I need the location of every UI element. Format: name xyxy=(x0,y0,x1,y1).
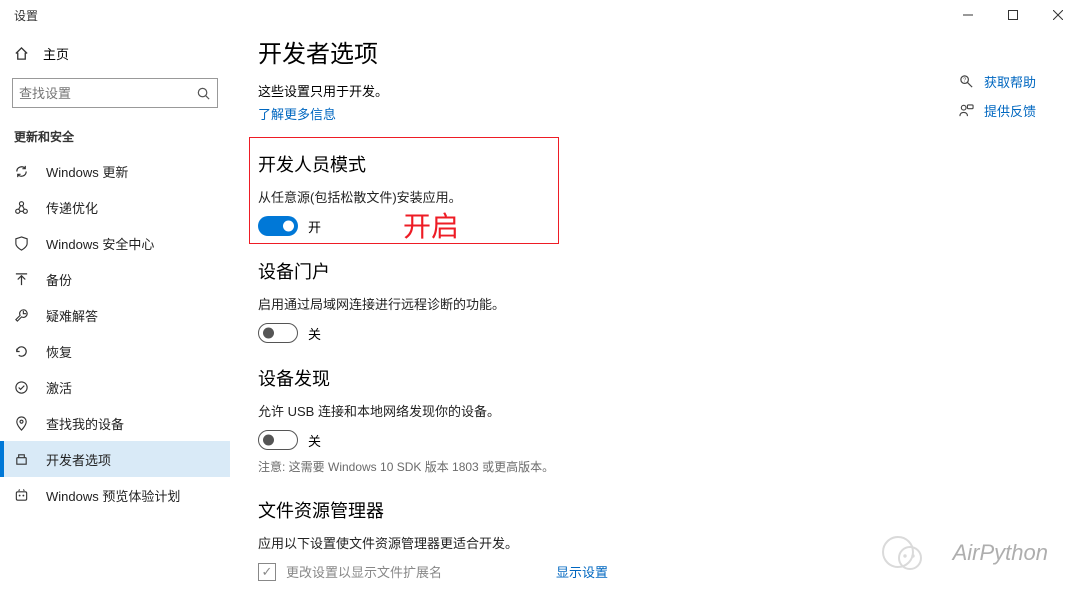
developer-icon xyxy=(14,452,30,467)
sidebar-item-troubleshoot[interactable]: 疑难解答 xyxy=(0,297,230,333)
sync-icon xyxy=(14,164,30,179)
device-discovery-note: 注意: 这需要 Windows 10 SDK 版本 1803 或更高版本。 xyxy=(258,458,1060,475)
show-settings-link[interactable]: 显示设置 xyxy=(556,562,608,581)
sidebar-item-label: 查找我的设备 xyxy=(46,414,124,433)
search-box[interactable] xyxy=(12,78,218,108)
backup-icon xyxy=(14,272,30,287)
location-icon xyxy=(14,416,30,431)
sidebar-item-label: 恢复 xyxy=(46,342,72,361)
home-label: 主页 xyxy=(43,44,69,63)
sidebar-item-label: 开发者选项 xyxy=(46,450,111,469)
sidebar-item-label: Windows 预览体验计划 xyxy=(46,486,180,505)
file-explorer-desc: 应用以下设置使文件资源管理器更适合开发。 xyxy=(258,533,1060,552)
close-button[interactable] xyxy=(1035,0,1080,30)
sidebar-item-windows-security[interactable]: Windows 安全中心 xyxy=(0,225,230,261)
developer-mode-heading: 开发人员模式 xyxy=(258,151,1060,177)
sidebar-item-insider[interactable]: Windows 预览体验计划 xyxy=(0,477,230,513)
device-portal-desc: 启用通过局域网连接进行远程诊断的功能。 xyxy=(258,294,1060,313)
sidebar-item-label: Windows 安全中心 xyxy=(46,234,154,253)
learn-more-link[interactable]: 了解更多信息 xyxy=(258,104,1060,123)
sidebar-item-recovery[interactable]: 恢复 xyxy=(0,333,230,369)
page-subtitle: 这些设置只用于开发。 xyxy=(258,81,1060,100)
home-link[interactable]: 主页 xyxy=(0,34,230,72)
maximize-button[interactable] xyxy=(990,0,1035,30)
page-title: 开发者选项 xyxy=(258,34,1060,69)
check-circle-icon xyxy=(14,380,30,395)
sidebar-item-activation[interactable]: 激活 xyxy=(0,369,230,405)
sidebar-item-delivery-optimization[interactable]: 传递优化 xyxy=(0,189,230,225)
device-portal-section: 设备门户 启用通过局域网连接进行远程诊断的功能。 关 xyxy=(258,258,1060,343)
shield-icon xyxy=(14,236,30,251)
device-discovery-heading: 设备发现 xyxy=(258,365,1060,391)
sidebar-item-label: Windows 更新 xyxy=(46,162,128,181)
category-heading: 更新和安全 xyxy=(0,114,230,153)
window-controls xyxy=(945,0,1080,30)
device-portal-state: 关 xyxy=(308,324,321,343)
developer-mode-desc: 从任意源(包括松散文件)安装应用。 xyxy=(258,187,1060,206)
developer-mode-toggle[interactable] xyxy=(258,216,298,236)
title-bar: 设置 xyxy=(0,0,1080,30)
sidebar-item-find-my-device[interactable]: 查找我的设备 xyxy=(0,405,230,441)
window-title: 设置 xyxy=(14,7,38,24)
insider-icon xyxy=(14,488,30,503)
home-icon xyxy=(14,46,29,61)
device-discovery-desc: 允许 USB 连接和本地网络发现你的设备。 xyxy=(258,401,1060,420)
developer-mode-state: 开 xyxy=(308,217,321,236)
main-content: 开发者选项 这些设置只用于开发。 了解更多信息 开发人员模式 从任意源(包括松散… xyxy=(258,34,1080,600)
file-explorer-item-label: 更改设置以显示文件扩展名 xyxy=(286,562,556,581)
search-icon xyxy=(196,86,211,101)
sidebar-item-label: 传递优化 xyxy=(46,198,98,217)
sidebar-item-developer[interactable]: 开发者选项 xyxy=(0,441,230,477)
recovery-icon xyxy=(14,344,30,359)
wrench-icon xyxy=(14,308,30,323)
checkbox-icon[interactable]: ✓ xyxy=(258,563,276,581)
device-discovery-state: 关 xyxy=(308,431,321,450)
sidebar: 主页 更新和安全 Windows 更新 传递优化 Windows 安全中心 备份… xyxy=(0,30,230,600)
minimize-button[interactable] xyxy=(945,0,990,30)
file-explorer-section: 文件资源管理器 应用以下设置使文件资源管理器更适合开发。 ✓ 更改设置以显示文件… xyxy=(258,497,1060,581)
sidebar-item-label: 疑难解答 xyxy=(46,306,98,325)
delivery-icon xyxy=(14,200,30,215)
sidebar-item-windows-update[interactable]: Windows 更新 xyxy=(0,153,230,189)
sidebar-item-label: 备份 xyxy=(46,270,72,289)
sidebar-item-backup[interactable]: 备份 xyxy=(0,261,230,297)
device-discovery-toggle[interactable] xyxy=(258,430,298,450)
search-input[interactable] xyxy=(19,86,189,101)
file-explorer-heading: 文件资源管理器 xyxy=(258,497,1060,523)
sidebar-item-label: 激活 xyxy=(46,378,72,397)
device-portal-heading: 设备门户 xyxy=(258,258,1060,284)
file-explorer-item: ✓ 更改设置以显示文件扩展名 显示设置 xyxy=(258,562,1060,581)
developer-mode-section: 开发人员模式 从任意源(包括松散文件)安装应用。 开 xyxy=(258,151,1060,236)
device-portal-toggle[interactable] xyxy=(258,323,298,343)
device-discovery-section: 设备发现 允许 USB 连接和本地网络发现你的设备。 关 注意: 这需要 Win… xyxy=(258,365,1060,475)
